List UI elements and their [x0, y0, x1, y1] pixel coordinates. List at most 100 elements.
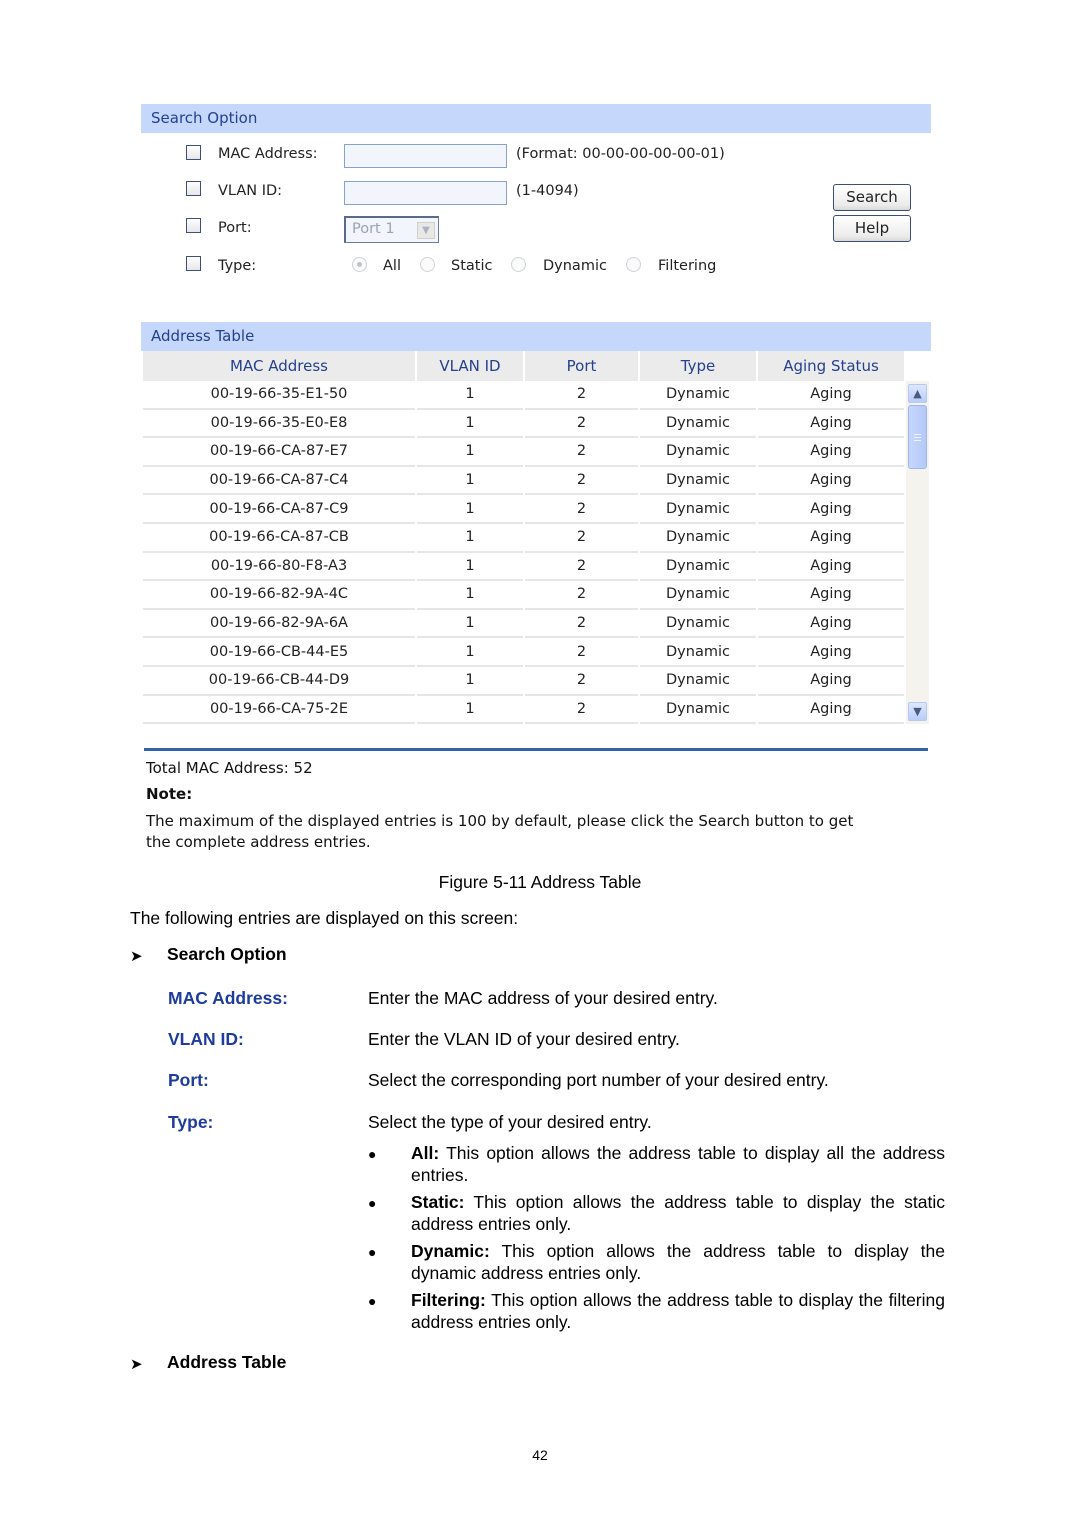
- cell-mac-address: 00-19-66-CA-75-2E: [143, 695, 415, 725]
- table-row: 00-19-66-80-F8-A3 1 2 Dynamic Aging: [143, 552, 904, 582]
- arrow-bullet-icon: ➤: [130, 1356, 143, 1373]
- port-checkbox[interactable]: [186, 218, 201, 233]
- cell-port: 2: [525, 466, 638, 496]
- type-option-dynamic: Dynamic: [543, 258, 607, 274]
- table-row: 00-19-66-CB-44-E5 1 2 Dynamic Aging: [143, 638, 904, 667]
- bullet-dynamic-term: Dynamic:: [411, 1241, 490, 1261]
- bullet-static: Static: This option allows the address t…: [411, 1191, 945, 1235]
- bullet-static-text: This option allows the address table to …: [411, 1192, 945, 1234]
- port-select-value: Port 1: [352, 221, 395, 237]
- column-port: Port: [525, 351, 638, 381]
- type-radio-all[interactable]: [352, 257, 367, 272]
- cell-mac-address: 00-19-66-CA-87-E7: [143, 438, 415, 467]
- term-port: Port:: [168, 1070, 209, 1090]
- address-table: MAC Address VLAN ID Port Type Aging Stat…: [141, 351, 906, 725]
- search-option-header: Search Option: [141, 104, 931, 133]
- cell-type: Dynamic: [640, 609, 756, 639]
- cell-type: Dynamic: [640, 695, 756, 725]
- bullet-filtering: Filtering: This option allows the addres…: [411, 1289, 945, 1333]
- section-search-option: Search Option: [167, 944, 287, 964]
- scroll-thumb[interactable]: [908, 405, 927, 469]
- cell-type: Dynamic: [640, 581, 756, 610]
- vlan-id-checkbox[interactable]: [186, 181, 201, 196]
- table-row: 00-19-66-CA-75-2E 1 2 Dynamic Aging: [143, 695, 904, 725]
- type-option-all: All: [383, 258, 401, 274]
- cell-mac-address: 00-19-66-CB-44-E5: [143, 638, 415, 667]
- cell-aging-status: Aging: [758, 523, 904, 553]
- vlan-id-input[interactable]: [344, 181, 507, 205]
- term-mac-address: MAC Address:: [168, 988, 288, 1008]
- cell-vlan-id: 1: [417, 523, 523, 553]
- mac-address-input[interactable]: [344, 144, 507, 168]
- cell-port: 2: [525, 638, 638, 667]
- bullet-filtering-text: This option allows the address table to …: [411, 1290, 945, 1332]
- cell-port: 2: [525, 609, 638, 639]
- desc-type: Select the type of your desired entry.: [368, 1112, 652, 1132]
- table-row: 00-19-66-CA-87-CB 1 2 Dynamic Aging: [143, 523, 904, 553]
- table-row: 00-19-66-82-9A-6A 1 2 Dynamic Aging: [143, 609, 904, 639]
- table-row: 00-19-66-CA-87-C9 1 2 Dynamic Aging: [143, 495, 904, 524]
- cell-vlan-id: 1: [417, 438, 523, 467]
- type-option-filtering: Filtering: [658, 258, 717, 274]
- cell-port: 2: [525, 523, 638, 553]
- cell-aging-status: Aging: [758, 466, 904, 496]
- cell-vlan-id: 1: [417, 466, 523, 496]
- cell-type: Dynamic: [640, 638, 756, 667]
- desc-vlan-id: Enter the VLAN ID of your desired entry.: [368, 1029, 680, 1049]
- chevron-down-icon: ▼: [417, 222, 435, 239]
- note-label: Note:: [146, 785, 193, 803]
- chevron-up-icon: ▲: [913, 387, 922, 400]
- help-button[interactable]: Help: [833, 215, 911, 242]
- mac-address-checkbox[interactable]: [186, 145, 201, 160]
- type-radio-filtering[interactable]: [626, 257, 641, 272]
- scroll-up-button[interactable]: ▲: [908, 384, 927, 403]
- arrow-bullet-icon: ➤: [130, 948, 143, 965]
- cell-aging-status: Aging: [758, 581, 904, 610]
- type-checkbox[interactable]: [186, 256, 201, 271]
- type-label: Type:: [218, 258, 257, 274]
- table-scrollbar[interactable]: ▲ ▼: [906, 381, 929, 724]
- cell-aging-status: Aging: [758, 381, 904, 410]
- table-row: 00-19-66-CB-44-D9 1 2 Dynamic Aging: [143, 666, 904, 696]
- desc-port: Select the corresponding port number of …: [368, 1070, 829, 1090]
- cell-aging-status: Aging: [758, 609, 904, 639]
- column-mac-address: MAC Address: [143, 351, 415, 381]
- note-text: The maximum of the displayed entries is …: [146, 812, 854, 851]
- type-radio-dynamic[interactable]: [511, 257, 526, 272]
- bullet-dot-icon: ●: [368, 1244, 377, 1260]
- cell-port: 2: [525, 552, 638, 582]
- vlan-range-hint: (1-4094): [516, 183, 579, 199]
- vlan-id-label: VLAN ID:: [218, 183, 283, 199]
- term-vlan-id: VLAN ID:: [168, 1029, 244, 1049]
- cell-port: 2: [525, 409, 638, 439]
- table-row: 00-19-66-CA-87-E7 1 2 Dynamic Aging: [143, 438, 904, 467]
- cell-mac-address: 00-19-66-CA-87-CB: [143, 523, 415, 553]
- cell-type: Dynamic: [640, 495, 756, 524]
- cell-type: Dynamic: [640, 666, 756, 696]
- cell-vlan-id: 1: [417, 495, 523, 524]
- scroll-down-button[interactable]: ▼: [908, 702, 927, 721]
- cell-vlan-id: 1: [417, 666, 523, 696]
- cell-aging-status: Aging: [758, 409, 904, 439]
- term-type: Type:: [168, 1112, 214, 1132]
- bullet-all: All: This option allows the address tabl…: [411, 1142, 945, 1186]
- search-button[interactable]: Search: [833, 184, 911, 211]
- cell-type: Dynamic: [640, 552, 756, 582]
- total-mac-count: Total MAC Address: 52: [146, 759, 313, 777]
- cell-port: 2: [525, 381, 638, 410]
- cell-aging-status: Aging: [758, 495, 904, 524]
- type-radio-static[interactable]: [420, 257, 435, 272]
- cell-vlan-id: 1: [417, 409, 523, 439]
- cell-vlan-id: 1: [417, 638, 523, 667]
- cell-mac-address: 00-19-66-80-F8-A3: [143, 552, 415, 582]
- address-table-header: Address Table: [141, 322, 931, 351]
- port-select[interactable]: Port 1 ▼: [344, 216, 439, 243]
- page-number: 42: [532, 1447, 548, 1463]
- cell-vlan-id: 1: [417, 581, 523, 610]
- bullet-dynamic: Dynamic: This option allows the address …: [411, 1240, 945, 1284]
- cell-aging-status: Aging: [758, 695, 904, 725]
- cell-aging-status: Aging: [758, 552, 904, 582]
- mac-address-label: MAC Address:: [218, 146, 318, 162]
- bullet-all-term: All:: [411, 1143, 440, 1163]
- column-type: Type: [640, 351, 756, 381]
